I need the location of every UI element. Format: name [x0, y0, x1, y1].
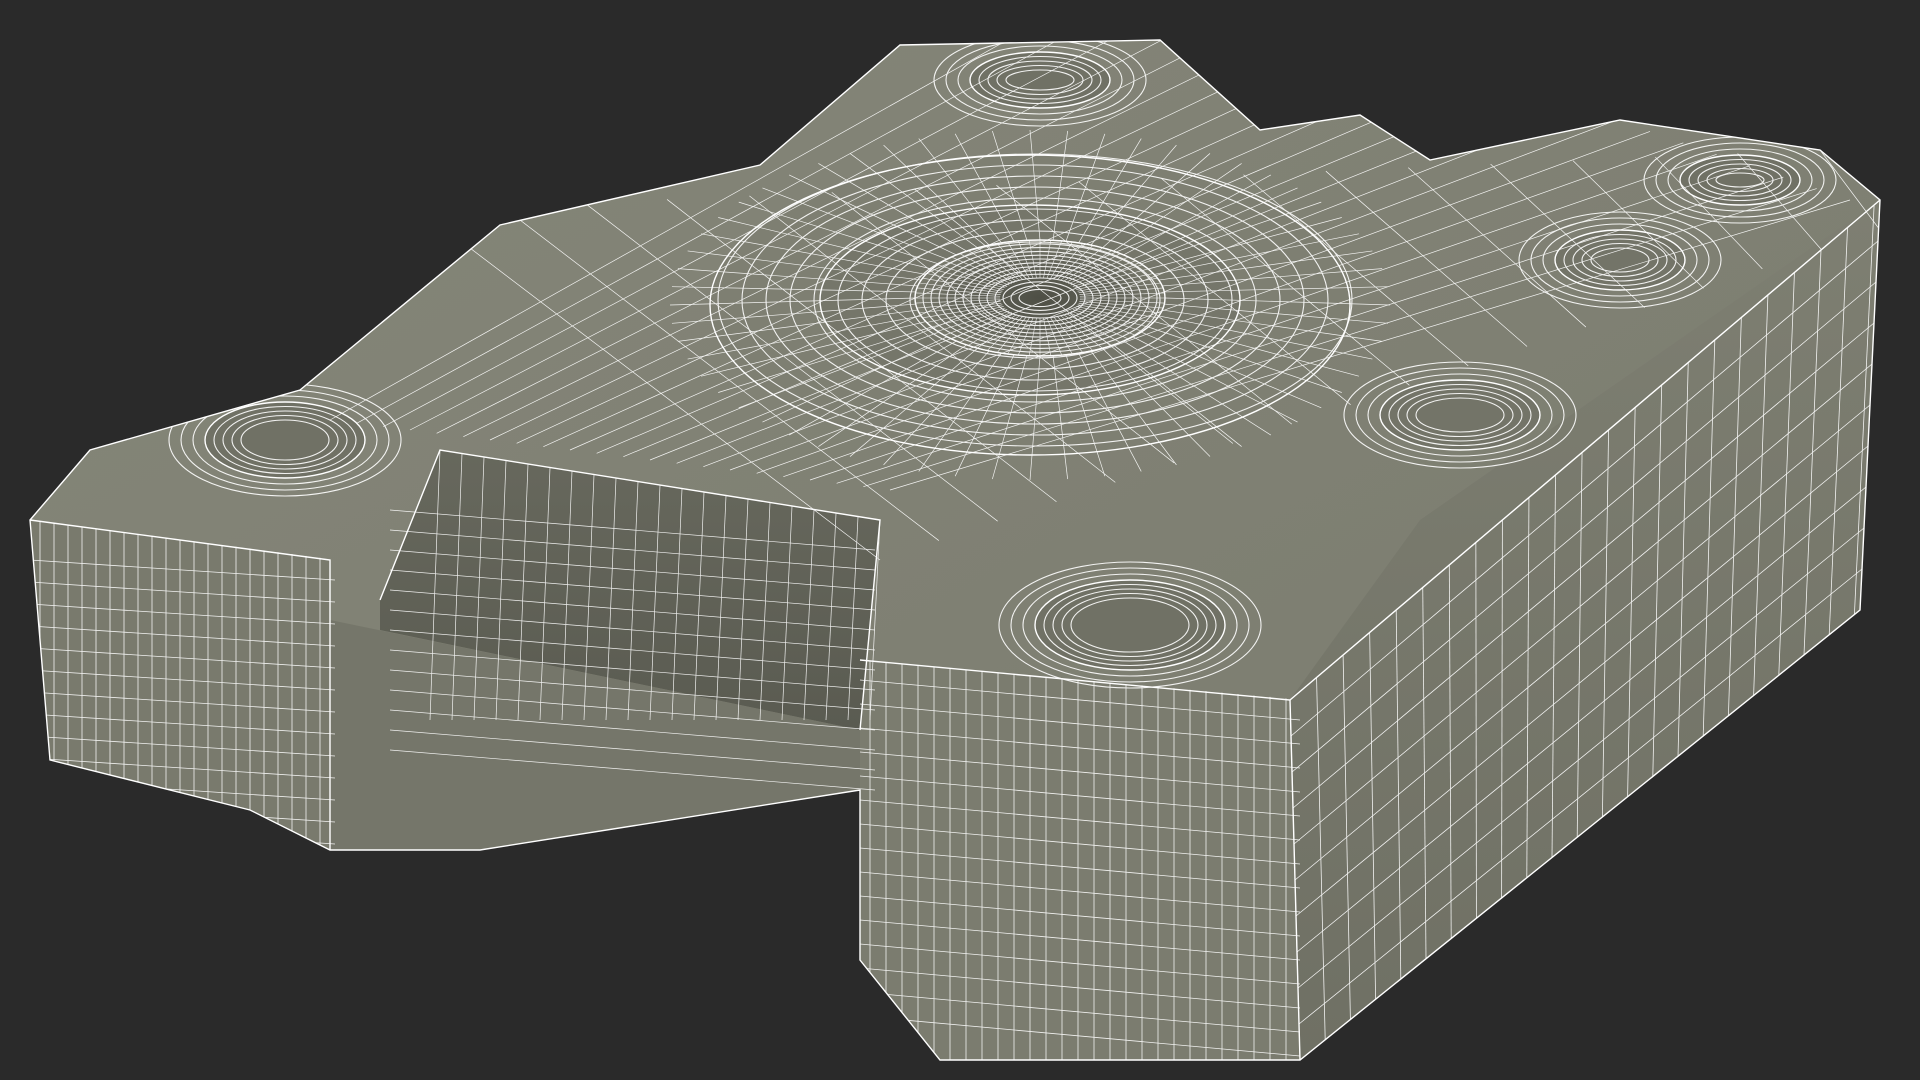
wire-edge	[30, 845, 336, 867]
render-viewport	[0, 0, 1920, 1080]
wireframe-model-render	[29, 39, 1881, 1061]
